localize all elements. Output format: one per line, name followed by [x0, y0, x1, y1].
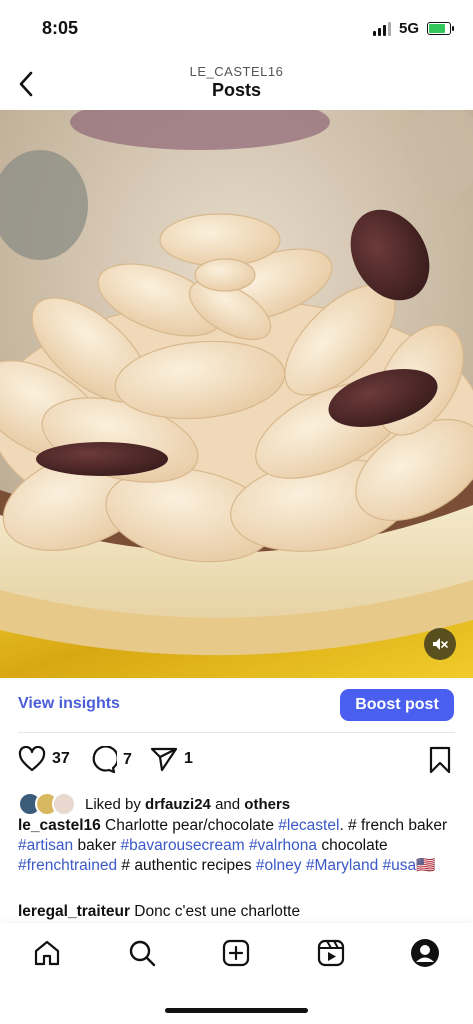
nav-profile[interactable] — [409, 937, 441, 969]
signal-icon — [372, 21, 391, 36]
battery-icon — [427, 22, 454, 35]
boost-post-button[interactable]: Boost post — [340, 689, 454, 721]
flag-emoji: 🇺🇸 — [416, 857, 436, 874]
liked-by-row[interactable]: Liked by drfauzi24 and others — [18, 792, 290, 816]
comment-button[interactable]: 7 — [89, 746, 132, 774]
search-icon — [129, 940, 156, 967]
profile-icon — [411, 939, 439, 967]
likes-count: 37 — [52, 750, 70, 767]
hashtag[interactable]: #usa — [383, 857, 417, 874]
cake-photo — [0, 110, 473, 678]
hashtag[interactable]: #Maryland — [306, 857, 378, 874]
comment-username[interactable]: leregal_traiteur — [18, 903, 130, 920]
network-label: 5G — [398, 20, 419, 37]
like-button[interactable]: 37 — [18, 746, 70, 772]
comment-preview[interactable]: leregal_traiteur Donc c'est une charlott… — [18, 903, 438, 921]
mute-icon — [433, 638, 448, 650]
share-icon — [150, 747, 178, 772]
save-button[interactable] — [428, 746, 452, 779]
comments-count: 7 — [123, 751, 132, 768]
comment-icon — [92, 746, 117, 774]
nav-reels[interactable] — [315, 937, 347, 969]
home-icon — [34, 940, 60, 966]
hashtag[interactable]: #artisan — [18, 837, 73, 854]
post-image[interactable] — [0, 110, 473, 678]
view-insights-link[interactable]: View insights — [18, 695, 120, 713]
shares-count: 1 — [184, 750, 193, 767]
nav-search[interactable] — [126, 937, 158, 969]
hashtag[interactable]: #bavarousecream — [121, 837, 245, 854]
caption-username[interactable]: le_castel16 — [18, 817, 101, 834]
account-name: LE_CASTEL16 — [189, 64, 284, 79]
mute-button[interactable] — [424, 628, 456, 660]
battery-fill — [429, 24, 445, 33]
nav-create[interactable] — [220, 937, 252, 969]
hashtag[interactable]: #frenchtrained — [18, 857, 117, 874]
hashtag[interactable]: #valrhona — [249, 837, 317, 854]
liked-by-others[interactable]: others — [244, 796, 290, 813]
status-time: 8:05 — [42, 18, 79, 38]
avatar — [52, 792, 76, 816]
bookmark-icon — [429, 746, 451, 774]
page-title: Posts — [211, 80, 262, 100]
home-indicator — [165, 1008, 308, 1013]
status-indicators: 5G — [372, 20, 454, 37]
reels-icon — [317, 939, 345, 967]
nav-home[interactable] — [31, 937, 63, 969]
heart-icon — [18, 746, 46, 772]
share-button[interactable]: 1 — [150, 746, 193, 772]
post-caption: le_castel16 Charlotte pear/chocolate #le… — [18, 817, 448, 874]
hashtag[interactable]: #olney — [256, 857, 302, 874]
divider — [18, 732, 455, 733]
create-icon — [222, 939, 250, 967]
liked-by-text: Liked by drfauzi24 and others — [85, 795, 291, 813]
hashtag[interactable]: #lecastel — [278, 817, 339, 834]
liked-by-user[interactable]: drfauzi24 — [145, 796, 211, 813]
